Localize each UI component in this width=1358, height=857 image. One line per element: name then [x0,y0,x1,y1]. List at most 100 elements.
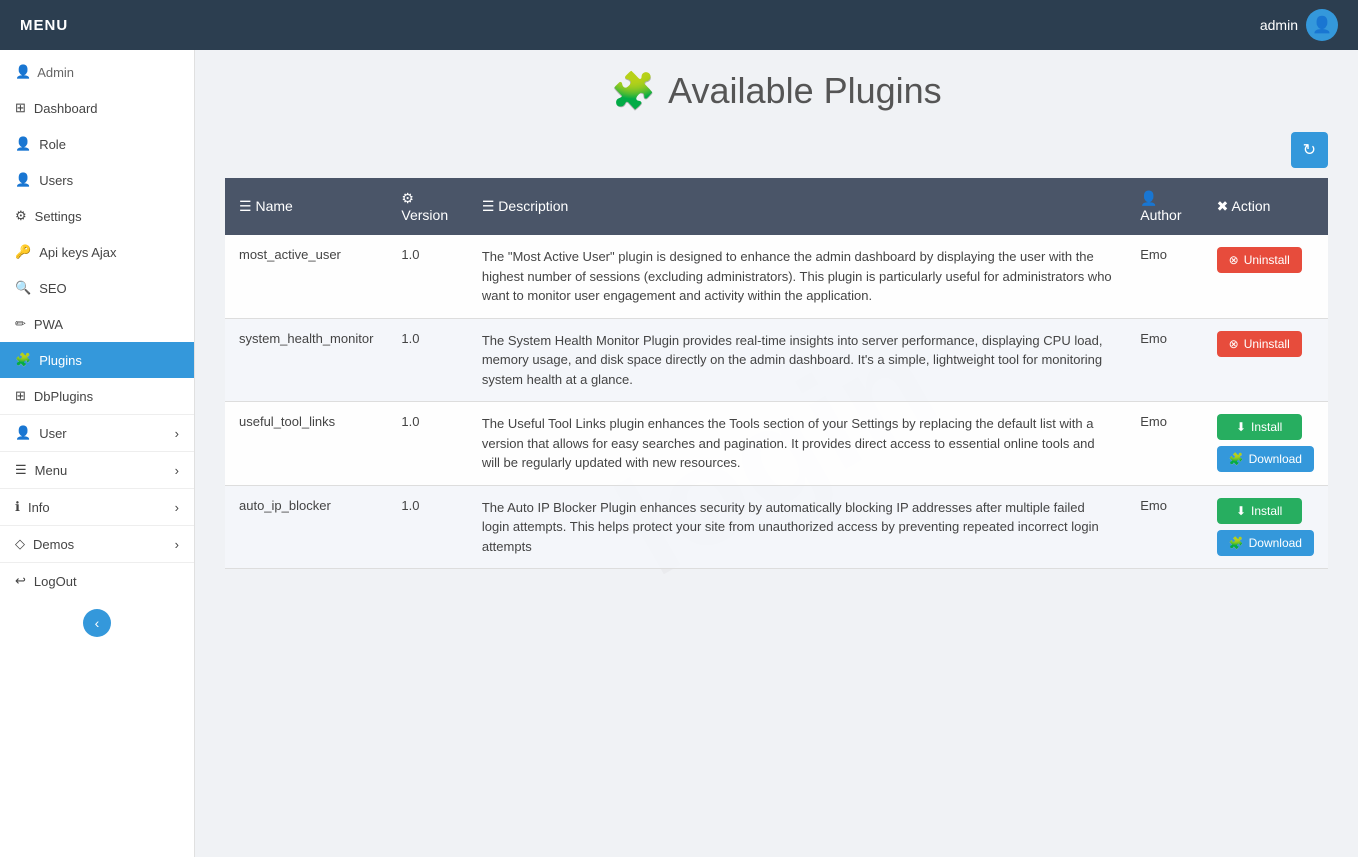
plugin-name-cell: auto_ip_blocker [225,485,387,569]
plugin-action-cell: ⬇ Install 🧩 Download [1203,402,1328,486]
sidebar-label-seo: SEO [39,281,66,296]
avatar[interactable]: 👤 [1306,9,1338,41]
sidebar-item-plugins[interactable]: 🧩 Plugins [0,342,194,378]
col-action: ✖ Action [1203,178,1328,235]
table-row: useful_tool_links1.0The Useful Tool Link… [225,402,1328,486]
plugin-version-cell: 1.0 [387,402,467,486]
page-title-area: 🧩 Available Plugins [225,70,1328,112]
sidebar-item-api-keys[interactable]: 🔑 Api keys Ajax [0,234,194,270]
sidebar-section-demos[interactable]: ◇ Demos › [0,525,194,562]
topbar: MENU admin 👤 [0,0,1358,50]
sidebar-label-pwa: PWA [34,317,63,332]
table-row: auto_ip_blocker1.0The Auto IP Blocker Pl… [225,485,1328,569]
sidebar-admin-label: Admin [37,65,74,80]
col-description: ☰ Description [468,178,1126,235]
plugins-tbody: most_active_user1.0The "Most Active User… [225,235,1328,569]
plugin-author-cell: Emo [1126,318,1202,402]
refresh-button[interactable]: ↻ [1291,132,1328,168]
sidebar-label-settings: Settings [35,209,82,224]
install-icon: ⬇ [1236,420,1246,434]
sidebar-section-label-info: Info [28,500,50,515]
logout-section-icon: ↩ [15,573,26,589]
plugin-name-cell: system_health_monitor [225,318,387,402]
plugins-table: ☰ Name ⚙ Version ☰ Description 👤 Author [225,178,1328,569]
menu-label: MENU [20,17,68,34]
sidebar-admin-section: 👤 Admin [0,50,194,90]
install-button-auto_ip_blocker[interactable]: ⬇ Install [1217,498,1302,524]
settings-icon: ⚙ [15,208,27,224]
page-title: Available Plugins [668,70,942,112]
user-section-icon: 👤 [15,425,31,441]
sidebar-section-logout[interactable]: ↩ LogOut [0,562,194,599]
install-icon: ⬇ [1236,504,1246,518]
sidebar-section-label-logout: LogOut [34,574,77,589]
col-author-label: Author [1140,207,1181,223]
table-header: ☰ Name ⚙ Version ☰ Description 👤 Author [225,178,1328,235]
admin-username: admin [1260,17,1298,33]
sidebar-item-dbplugins[interactable]: ⊞ DbPlugins [0,378,194,414]
api-key-icon: 🔑 [15,244,31,260]
role-icon: 👤 [15,136,31,152]
sidebar-label-role: Role [39,137,66,152]
sidebar-section-info[interactable]: ℹ Info › [0,488,194,525]
sidebar-section-menu[interactable]: ☰ Menu › [0,451,194,488]
plugin-action-cell: ⊗ Uninstall [1203,235,1328,318]
sidebar-item-role[interactable]: 👤 Role [0,126,194,162]
col-author: 👤 Author [1126,178,1202,235]
sidebar-label-dbplugins: DbPlugins [34,389,93,404]
install-button-useful_tool_links[interactable]: ⬇ Install [1217,414,1302,440]
pwa-icon: ✏ [15,316,26,332]
chevron-right-icon-4: › [175,537,179,552]
sidebar-label-api: Api keys Ajax [39,245,116,260]
sidebar-item-settings[interactable]: ⚙ Settings [0,198,194,234]
puzzle-icon: 🧩 [611,70,656,112]
sidebar-toggle-button[interactable]: ‹ [83,609,111,637]
main-layout: 👤 Admin ⊞ Dashboard 👤 Role 👤 Users ⚙ Set… [0,50,1358,857]
dashboard-icon: ⊞ [15,100,26,116]
sidebar-section-label-menu: Menu [35,463,68,478]
plugin-version-cell: 1.0 [387,318,467,402]
plugin-name-cell: useful_tool_links [225,402,387,486]
plugin-action-cell: ⬇ Install 🧩 Download [1203,485,1328,569]
chevron-right-icon: › [175,426,179,441]
col-description-label: Description [498,198,568,214]
download-button-auto_ip_blocker[interactable]: 🧩 Download [1217,530,1314,556]
info-section-icon: ℹ [15,499,20,515]
plugin-description-cell: The Useful Tool Links plugin enhances th… [468,402,1126,486]
uninstall-icon: ⊗ [1229,337,1239,351]
plugin-description-cell: The System Health Monitor Plugin provide… [468,318,1126,402]
plugin-action-cell: ⊗ Uninstall [1203,318,1328,402]
download-button-useful_tool_links[interactable]: 🧩 Download [1217,446,1314,472]
sidebar-section-user[interactable]: 👤 User › [0,414,194,451]
uninstall-button-system_health_monitor[interactable]: ⊗ Uninstall [1217,331,1302,357]
plugin-version-cell: 1.0 [387,485,467,569]
table-row: system_health_monitor1.0The System Healt… [225,318,1328,402]
plugins-icon: 🧩 [15,352,31,368]
table-row: most_active_user1.0The "Most Active User… [225,235,1328,318]
author-col-icon: 👤 [1140,190,1157,206]
admin-icon: 👤 [15,64,31,80]
uninstall-icon: ⊗ [1229,253,1239,267]
sidebar-item-pwa[interactable]: ✏ PWA [0,306,194,342]
col-action-label: Action [1232,198,1271,214]
content-area: login 🧩 Available Plugins ↻ ☰ Name ⚙ [195,50,1358,857]
sidebar-item-users[interactable]: 👤 Users [0,162,194,198]
col-version: ⚙ Version [387,178,467,235]
sidebar-item-seo[interactable]: 🔍 SEO [0,270,194,306]
name-col-icon: ☰ [239,198,252,214]
sidebar-label-users: Users [39,173,73,188]
refresh-btn-area: ↻ [225,132,1328,168]
sidebar-item-dashboard[interactable]: ⊞ Dashboard [0,90,194,126]
action-col-icon: ✖ [1217,198,1229,214]
seo-icon: 🔍 [15,280,31,296]
chevron-right-icon-3: › [175,500,179,515]
download-icon: 🧩 [1229,452,1244,466]
uninstall-button-most_active_user[interactable]: ⊗ Uninstall [1217,247,1302,273]
col-version-label: Version [401,207,448,223]
sidebar: 👤 Admin ⊞ Dashboard 👤 Role 👤 Users ⚙ Set… [0,50,195,857]
plugin-author-cell: Emo [1126,485,1202,569]
plugin-description-cell: The Auto IP Blocker Plugin enhances secu… [468,485,1126,569]
demos-section-icon: ◇ [15,536,25,552]
plugin-version-cell: 1.0 [387,235,467,318]
plugin-author-cell: Emo [1126,235,1202,318]
